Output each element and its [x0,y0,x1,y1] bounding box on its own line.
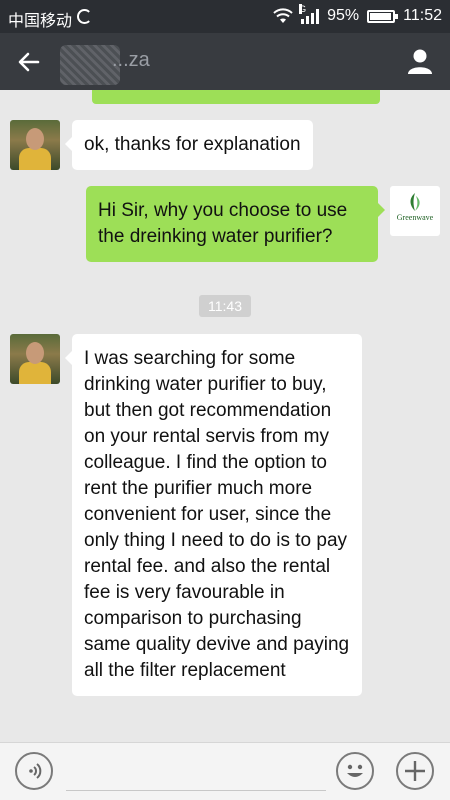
carrier-name: 中国移动 [8,13,73,30]
outgoing-message[interactable]: Hi Sir, why you choose to use the dreink… [86,186,385,262]
status-right: G 95% 11:52 [273,3,442,25]
message-text: Hi Sir, why you choose to use the dreink… [98,200,348,247]
battery-percent: 95% [327,7,360,24]
wifi-icon [273,8,293,24]
emoji-button[interactable] [336,752,374,790]
incoming-message[interactable]: ok, thanks for explanation [65,120,313,170]
network-type: G [299,3,307,14]
redacted-blur [60,45,120,85]
contact-name: ...za [60,45,204,85]
incoming-message[interactable]: I was searching for some drinking water … [65,334,362,696]
clock: 11:52 [403,7,442,24]
emoji-icon [347,764,363,777]
my-avatar[interactable]: Greenwave [390,186,440,236]
contact-avatar[interactable] [10,120,60,170]
plus-button[interactable] [396,752,434,790]
message-input[interactable] [66,757,326,791]
previous-outgoing-bubble [92,90,380,104]
message-text: I was searching for some drinking water … [84,348,350,681]
plus-icon [405,761,425,781]
signal-icon: G [299,3,320,24]
person-icon[interactable] [406,47,434,75]
message-text: ok, thanks for explanation [84,134,301,155]
leaf-icon [410,193,420,211]
voice-icon [29,763,42,779]
battery-icon [367,9,399,23]
avatar-label: Greenwave [396,213,434,222]
contact-avatar[interactable] [10,334,60,384]
chat-header: ...za [0,33,450,90]
timestamp: 11:43 [199,295,251,317]
voice-button[interactable] [15,752,53,790]
sync-icon [77,9,92,24]
status-bar: 中国移动 G 95% 11:52 [0,0,450,33]
back-arrow-icon[interactable] [14,47,44,77]
input-bar [0,742,450,800]
